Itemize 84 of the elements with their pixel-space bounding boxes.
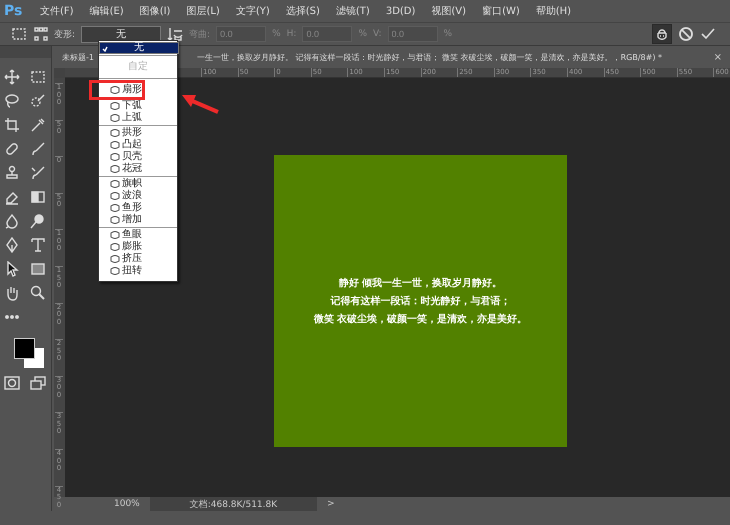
eyedropper-icon[interactable] <box>30 117 46 133</box>
gradient-icon[interactable] <box>30 189 46 205</box>
menu-option-label: 鱼眼 <box>122 229 142 240</box>
zoom-level: 100% <box>114 499 140 509</box>
zoom-icon[interactable] <box>30 285 46 301</box>
arrow-annotation <box>180 92 220 114</box>
menu-item[interactable]: 选择(S) <box>278 4 328 18</box>
menu-option[interactable]: 波浪 <box>99 190 177 202</box>
menu-option[interactable]: 鱼形 <box>99 202 177 214</box>
menu-option-label: 扇形 <box>122 84 142 96</box>
blur-drop-icon[interactable] <box>4 213 20 229</box>
history-brush-icon[interactable] <box>30 165 46 181</box>
app-logo: Ps <box>4 3 24 19</box>
menu-option[interactable]: 下弧 <box>99 100 177 112</box>
menu-option-label: 下弧 <box>122 100 142 112</box>
menu-option[interactable]: 上弧 <box>99 112 177 124</box>
menu-option-label: 波浪 <box>122 190 142 202</box>
screen-mode-icon[interactable] <box>30 376 46 390</box>
menu-option-label: 拱形 <box>122 127 142 138</box>
unit-label: % <box>272 29 281 39</box>
tab-title: 未标题-1 <box>62 52 94 62</box>
close-tab-button[interactable]: × <box>714 52 722 62</box>
pen-icon[interactable] <box>4 237 20 253</box>
puppet-warp-button[interactable] <box>652 24 672 44</box>
menu-option[interactable]: 鱼眼 <box>99 229 177 241</box>
menu-option-label: 贝壳 <box>122 151 142 162</box>
menu-option-label: 凸起 <box>122 139 142 150</box>
canvas-text: 微笑 衣破尘埃，破颜一笑，是清欢，亦是美好。 <box>314 312 528 326</box>
menu-option[interactable]: 增加 <box>99 214 177 226</box>
brush-icon[interactable] <box>30 141 46 157</box>
menu-option[interactable]: 拱形 <box>99 127 177 139</box>
warp-orientation-icon[interactable] <box>167 26 184 42</box>
menu-option[interactable]: 扇形 <box>89 80 145 100</box>
move-icon[interactable] <box>4 69 20 85</box>
quick-selection-icon[interactable] <box>30 93 46 109</box>
menu-option-label: 鱼形 <box>122 202 142 214</box>
menu-option[interactable]: 挤压 <box>99 253 177 265</box>
document-size: 文档:468.8K/511.8K <box>150 497 318 511</box>
menu-item[interactable]: 窗口(W) <box>474 4 528 18</box>
quick-mask-icon[interactable] <box>4 376 20 390</box>
stamp-icon[interactable] <box>4 165 20 181</box>
menu-item[interactable]: 滤镜(T) <box>328 4 378 18</box>
menu-option-label: 花冠 <box>122 163 142 175</box>
grid-icon[interactable] <box>34 27 48 41</box>
canvas-text: 记得有这样一段话：时光静好，与君语； <box>330 294 510 308</box>
warp-dropdown[interactable]: 无 <box>81 26 162 42</box>
rectangle-icon[interactable] <box>30 261 46 277</box>
warp-label: 变形: <box>54 28 76 40</box>
bandage-icon[interactable] <box>4 141 20 157</box>
menu-item[interactable]: 图层(L) <box>178 4 228 18</box>
menu-option-label: 旗帜 <box>122 178 142 190</box>
dodge-icon[interactable] <box>30 213 46 229</box>
menu-option-label: 膨胀 <box>122 241 142 252</box>
menu-item[interactable]: 3D(D) <box>378 6 424 16</box>
menu-option-label: 上弧 <box>122 112 142 124</box>
menu-option[interactable]: 贝壳 <box>99 151 177 163</box>
lasso-icon[interactable] <box>4 93 20 109</box>
type-icon[interactable] <box>30 237 46 253</box>
cancel-icon[interactable] <box>678 26 694 42</box>
menu-item[interactable]: 视图(V) <box>423 4 474 18</box>
unit-label: % <box>358 29 368 39</box>
tab-title: 一生一世，换取岁月静好。 记得有这样一段话：时光静好，与君语； 微笑 衣破尘埃，破颜一笑，是清欢，亦是美好。，RGB/8#) * <box>196 52 662 62</box>
unit-label: % <box>444 29 452 39</box>
menu-option[interactable]: 膨胀 <box>99 241 177 253</box>
status-menu-arrow[interactable]: > <box>327 499 335 509</box>
menu-item[interactable]: 图像(I) <box>132 4 178 18</box>
menu-option[interactable]: 旗帜 <box>99 178 177 190</box>
move-tool-icon[interactable] <box>10 27 28 41</box>
menu-option-label: 扭转 <box>122 265 142 277</box>
menu-option[interactable]: 凸起 <box>99 139 177 151</box>
menu-option[interactable]: 花冠 <box>99 163 177 175</box>
menu-option[interactable]: 无 <box>99 42 179 54</box>
menu-item[interactable]: 文字(Y) <box>228 4 278 18</box>
check-icon[interactable] <box>700 26 716 42</box>
canvas-text: 静好 倾我一生一世，换取岁月静好。 <box>338 276 502 290</box>
menu-item[interactable]: 编辑(E) <box>82 4 132 18</box>
menu-option-label: 挤压 <box>122 253 142 265</box>
marquee-icon[interactable] <box>30 69 46 85</box>
menu-item[interactable]: 文件(F) <box>32 4 82 18</box>
crop-icon[interactable] <box>4 117 20 133</box>
checkmark-icon <box>102 46 108 52</box>
menu-option[interactable]: 扭转 <box>99 265 177 277</box>
menu-item[interactable]: 帮助(H) <box>528 4 580 18</box>
menu-option-label: 增加 <box>122 214 142 226</box>
